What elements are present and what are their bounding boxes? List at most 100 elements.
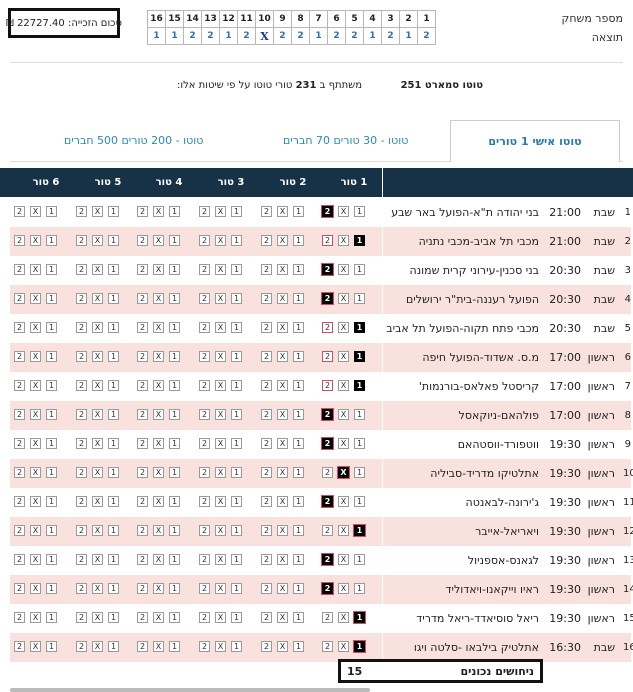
bet-option-x[interactable]: X bbox=[153, 206, 164, 217]
bet-option-x[interactable]: X bbox=[277, 496, 288, 507]
bet-option-x[interactable]: X bbox=[92, 380, 103, 391]
bet-option-2[interactable]: 2 bbox=[137, 409, 148, 420]
bet-option-x[interactable]: X bbox=[153, 351, 164, 362]
bet-option-2[interactable]: 2 bbox=[76, 322, 87, 333]
bet-option-1[interactable]: 1 bbox=[46, 351, 57, 362]
bet-option-2[interactable]: 2 bbox=[14, 206, 25, 217]
bet-option-1[interactable]: 1 bbox=[46, 496, 57, 507]
bet-option-1[interactable]: 1 bbox=[293, 467, 304, 478]
bet-option-x[interactable]: X bbox=[277, 554, 288, 565]
bet-option-2[interactable]: 2 bbox=[261, 206, 272, 217]
bet-option-2[interactable]: 2 bbox=[14, 409, 25, 420]
bet-option-x[interactable]: X bbox=[338, 612, 349, 623]
bet-option-x[interactable]: X bbox=[338, 583, 349, 594]
bet-option-1[interactable]: 1 bbox=[293, 380, 304, 391]
bet-option-1[interactable]: 1 bbox=[169, 206, 180, 217]
bet-option-1[interactable]: 1 bbox=[46, 467, 57, 478]
bet-option-x[interactable]: X bbox=[153, 554, 164, 565]
bet-option-2[interactable]: 2 bbox=[199, 496, 210, 507]
bet-option-x[interactable]: X bbox=[30, 496, 41, 507]
bet-option-x[interactable]: X bbox=[92, 641, 103, 652]
bet-option-x[interactable]: X bbox=[215, 380, 226, 391]
bet-option-2[interactable]: 2 bbox=[14, 525, 25, 536]
bet-option-x[interactable]: X bbox=[153, 525, 164, 536]
bet-option-1[interactable]: 1 bbox=[169, 641, 180, 652]
bet-option-x[interactable]: X bbox=[277, 235, 288, 246]
bet-option-1[interactable]: 1 bbox=[293, 525, 304, 536]
bet-option-1[interactable]: 1 bbox=[169, 409, 180, 420]
bet-option-x[interactable]: X bbox=[338, 235, 349, 246]
bet-option-x[interactable]: X bbox=[338, 554, 349, 565]
bet-option-2[interactable]: 2 bbox=[14, 554, 25, 565]
bet-option-2[interactable]: 2 bbox=[322, 612, 333, 623]
bet-option-1[interactable]: 1 bbox=[354, 496, 365, 507]
bet-option-x[interactable]: X bbox=[338, 641, 349, 652]
bet-option-x[interactable]: X bbox=[277, 293, 288, 304]
bet-option-1[interactable]: 1 bbox=[46, 206, 57, 217]
bet-option-2[interactable]: 2 bbox=[322, 467, 333, 478]
bet-option-1[interactable]: 1 bbox=[354, 293, 365, 304]
bet-option-2[interactable]: 2 bbox=[137, 496, 148, 507]
bet-option-x[interactable]: X bbox=[215, 612, 226, 623]
bet-option-2[interactable]: 2 bbox=[261, 322, 272, 333]
bet-option-1[interactable]: 1 bbox=[108, 525, 119, 536]
bet-option-1[interactable]: 1 bbox=[293, 264, 304, 275]
bet-option-2[interactable]: 2 bbox=[76, 380, 87, 391]
bet-option-1[interactable]: 1 bbox=[108, 496, 119, 507]
bet-option-2[interactable]: 2 bbox=[321, 553, 334, 566]
bet-option-2[interactable]: 2 bbox=[261, 554, 272, 565]
bet-option-2[interactable]: 2 bbox=[76, 467, 87, 478]
bet-option-2[interactable]: 2 bbox=[322, 351, 333, 362]
bet-option-x[interactable]: X bbox=[153, 409, 164, 420]
bet-option-x[interactable]: X bbox=[92, 583, 103, 594]
bet-option-1[interactable]: 1 bbox=[293, 322, 304, 333]
bet-option-2[interactable]: 2 bbox=[76, 641, 87, 652]
bet-option-x[interactable]: X bbox=[215, 583, 226, 594]
bet-option-1[interactable]: 1 bbox=[354, 409, 365, 420]
bet-option-2[interactable]: 2 bbox=[76, 438, 87, 449]
bet-option-2[interactable]: 2 bbox=[76, 612, 87, 623]
bet-option-x[interactable]: X bbox=[92, 293, 103, 304]
bet-option-1[interactable]: 1 bbox=[46, 409, 57, 420]
bet-option-x[interactable]: X bbox=[30, 641, 41, 652]
bet-option-2[interactable]: 2 bbox=[14, 380, 25, 391]
bet-option-1[interactable]: 1 bbox=[108, 583, 119, 594]
bet-option-1[interactable]: 1 bbox=[231, 409, 242, 420]
bet-option-1[interactable]: 1 bbox=[354, 438, 365, 449]
bet-option-2[interactable]: 2 bbox=[261, 641, 272, 652]
bet-option-x[interactable]: X bbox=[92, 496, 103, 507]
bet-option-x[interactable]: X bbox=[215, 322, 226, 333]
bet-option-2[interactable]: 2 bbox=[322, 380, 333, 391]
bet-option-1[interactable]: 1 bbox=[354, 351, 365, 362]
bet-option-1[interactable]: 1 bbox=[169, 264, 180, 275]
bet-option-x[interactable]: X bbox=[92, 525, 103, 536]
bet-option-1[interactable]: 1 bbox=[231, 525, 242, 536]
bet-option-1[interactable]: 1 bbox=[231, 206, 242, 217]
bet-option-1[interactable]: 1 bbox=[231, 293, 242, 304]
bet-option-x[interactable]: X bbox=[277, 351, 288, 362]
bet-option-1[interactable]: 1 bbox=[46, 583, 57, 594]
bet-option-2[interactable]: 2 bbox=[261, 612, 272, 623]
bet-option-x[interactable]: X bbox=[338, 351, 349, 362]
bet-option-1[interactable]: 1 bbox=[108, 264, 119, 275]
bet-option-2[interactable]: 2 bbox=[14, 612, 25, 623]
bet-option-x[interactable]: X bbox=[153, 583, 164, 594]
bet-option-1[interactable]: 1 bbox=[293, 612, 304, 623]
bet-option-2[interactable]: 2 bbox=[137, 583, 148, 594]
bet-option-1[interactable]: 1 bbox=[231, 554, 242, 565]
bet-option-1[interactable]: 1 bbox=[169, 583, 180, 594]
bet-option-x[interactable]: X bbox=[277, 467, 288, 478]
bet-option-1[interactable]: 1 bbox=[231, 496, 242, 507]
bet-option-2[interactable]: 2 bbox=[199, 612, 210, 623]
bet-option-1[interactable]: 1 bbox=[293, 351, 304, 362]
bet-option-1[interactable]: 1 bbox=[108, 467, 119, 478]
bet-option-x[interactable]: X bbox=[215, 438, 226, 449]
bet-option-2[interactable]: 2 bbox=[137, 612, 148, 623]
bet-option-1[interactable]: 1 bbox=[108, 322, 119, 333]
bet-option-x[interactable]: X bbox=[338, 206, 349, 217]
bet-option-2[interactable]: 2 bbox=[199, 554, 210, 565]
bet-option-x[interactable]: X bbox=[215, 467, 226, 478]
bet-option-1[interactable]: 1 bbox=[293, 235, 304, 246]
tab-personal-toto[interactable]: טוטו אישי 1 טורים bbox=[450, 120, 620, 162]
bet-option-2[interactable]: 2 bbox=[199, 380, 210, 391]
